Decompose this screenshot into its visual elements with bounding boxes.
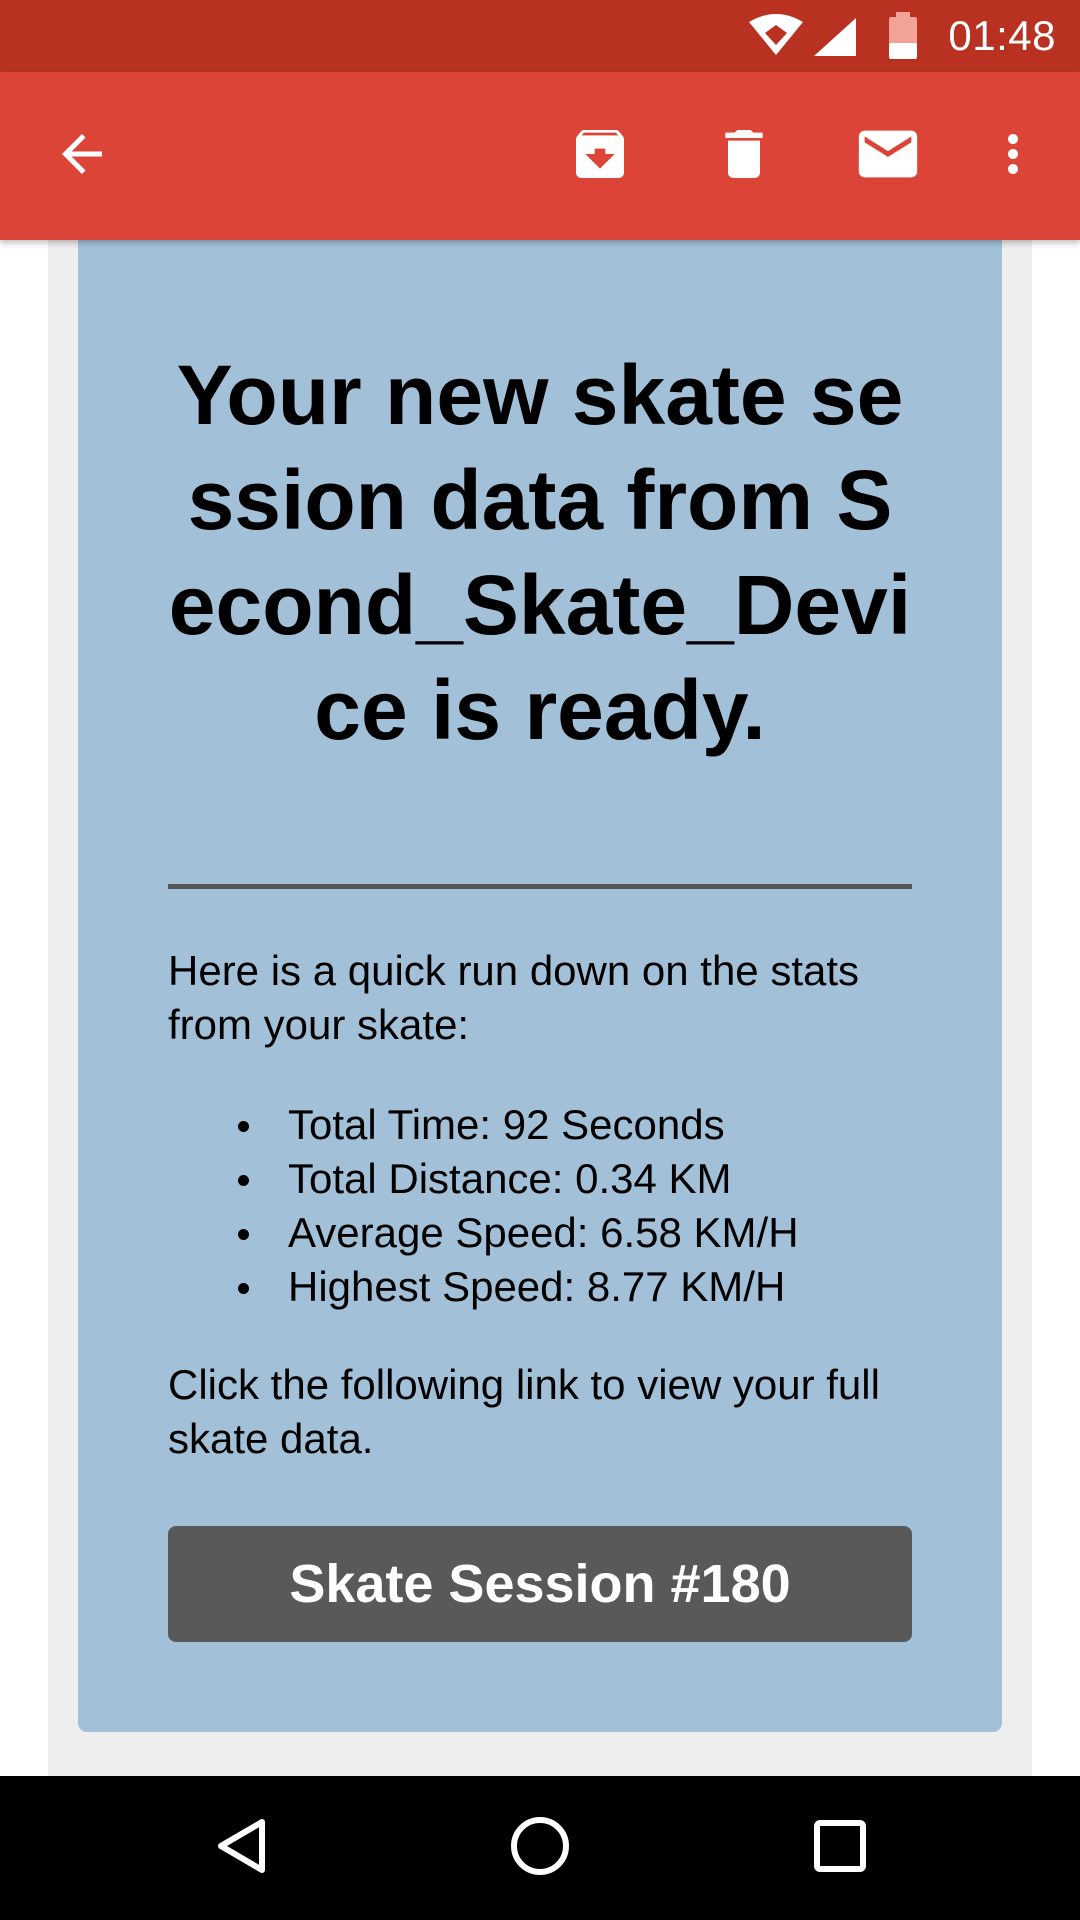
stat-item-highest-speed: Highest Speed: 8.77 KM/H — [168, 1260, 799, 1314]
recents-square-icon — [812, 1818, 868, 1879]
more-vert-icon — [983, 124, 1043, 189]
delete-icon — [712, 122, 776, 191]
status-bar: 01:48 — [0, 0, 1080, 72]
archive-button[interactable] — [550, 72, 650, 240]
app-bar — [0, 72, 1080, 240]
home-circle-icon — [508, 1814, 572, 1883]
bullet-icon — [238, 1121, 249, 1132]
stat-text: Average Speed: 6.58 KM/H — [288, 1209, 799, 1256]
skate-session-link-button[interactable]: Skate Session #180 — [168, 1526, 912, 1642]
stat-text: Total Distance: 0.34 KM — [288, 1155, 732, 1202]
bullet-icon — [238, 1229, 249, 1240]
nav-recents-button[interactable] — [760, 1776, 920, 1920]
wifi-icon — [748, 0, 804, 77]
stats-list: Total Time: 92 Seconds Total Distance: 0… — [168, 1098, 799, 1314]
back-button[interactable] — [34, 72, 130, 240]
battery-icon — [886, 0, 920, 77]
status-time: 01:48 — [948, 12, 1056, 59]
intro-text: Here is a quick run down on the stats fr… — [168, 947, 860, 1048]
stat-item-total-time: Total Time: 92 Seconds — [168, 1098, 799, 1152]
cell-signal-icon — [812, 0, 858, 77]
nav-home-button[interactable] — [460, 1776, 620, 1920]
stat-text: Total Time: 92 Seconds — [288, 1101, 725, 1148]
stat-item-total-distance: Total Distance: 0.34 KM — [168, 1152, 799, 1206]
nav-back-button[interactable] — [162, 1776, 322, 1920]
bullet-icon — [238, 1283, 249, 1294]
archive-icon — [568, 122, 632, 191]
stat-item-average-speed: Average Speed: 6.58 KM/H — [168, 1206, 799, 1260]
navigation-bar — [0, 1776, 1080, 1920]
email-headline: Your new skate session data from Second_… — [168, 348, 912, 757]
session-card: Your new skate session data from Second_… — [78, 240, 1002, 1732]
email-body-frame: Your new skate session data from Second_… — [48, 240, 1032, 1776]
mark-unread-icon — [853, 119, 923, 194]
back-arrow-icon — [52, 124, 112, 189]
back-triangle-icon — [212, 1814, 272, 1883]
more-options-button[interactable] — [978, 72, 1048, 240]
stat-text: Highest Speed: 8.77 KM/H — [288, 1263, 786, 1310]
delete-button[interactable] — [694, 72, 794, 240]
divider — [168, 884, 912, 889]
cta-text: Click the following link to view your fu… — [168, 1361, 880, 1462]
bullet-icon — [238, 1175, 249, 1186]
email-content[interactable]: Your new skate session data from Second_… — [0, 240, 1080, 1776]
mark-unread-button[interactable] — [838, 72, 938, 240]
